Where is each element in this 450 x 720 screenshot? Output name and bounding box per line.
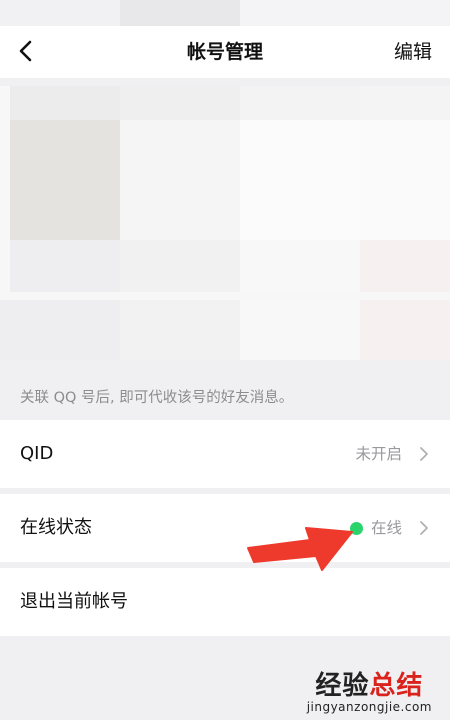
- chevron-right-icon: [420, 447, 428, 461]
- qid-value: 未开启: [355, 445, 402, 463]
- blurred-account-list: [0, 86, 450, 360]
- watermark-url: jingyanzongjie.com: [306, 700, 432, 714]
- online-status-row[interactable]: 在线状态 在线: [0, 494, 450, 562]
- online-status-value: 在线: [370, 519, 402, 537]
- logout-row[interactable]: 退出当前帐号: [0, 568, 450, 636]
- edit-button[interactable]: 编辑: [394, 26, 432, 78]
- qid-row[interactable]: QID 未开启: [0, 420, 450, 488]
- nav-bar: 帐号管理 编辑: [0, 26, 450, 78]
- qid-label: QID: [20, 443, 54, 464]
- link-hint-text: 关联 QQ 号后, 即可代收该号的好友消息。: [20, 390, 294, 406]
- status-bar-blurred: [0, 0, 450, 26]
- online-status-label: 在线状态: [20, 517, 92, 538]
- watermark-logo: 经验总结: [315, 671, 424, 701]
- site-watermark: 经验总结 jingyanzongjie.com: [307, 665, 432, 714]
- logout-label: 退出当前帐号: [20, 591, 128, 612]
- red-arrow-annotation: [247, 527, 353, 571]
- page-title: 帐号管理: [186, 41, 263, 63]
- link-hint: 关联 QQ 号后, 即可代收该号的好友消息。: [0, 372, 450, 420]
- chevron-right-icon: [420, 521, 428, 535]
